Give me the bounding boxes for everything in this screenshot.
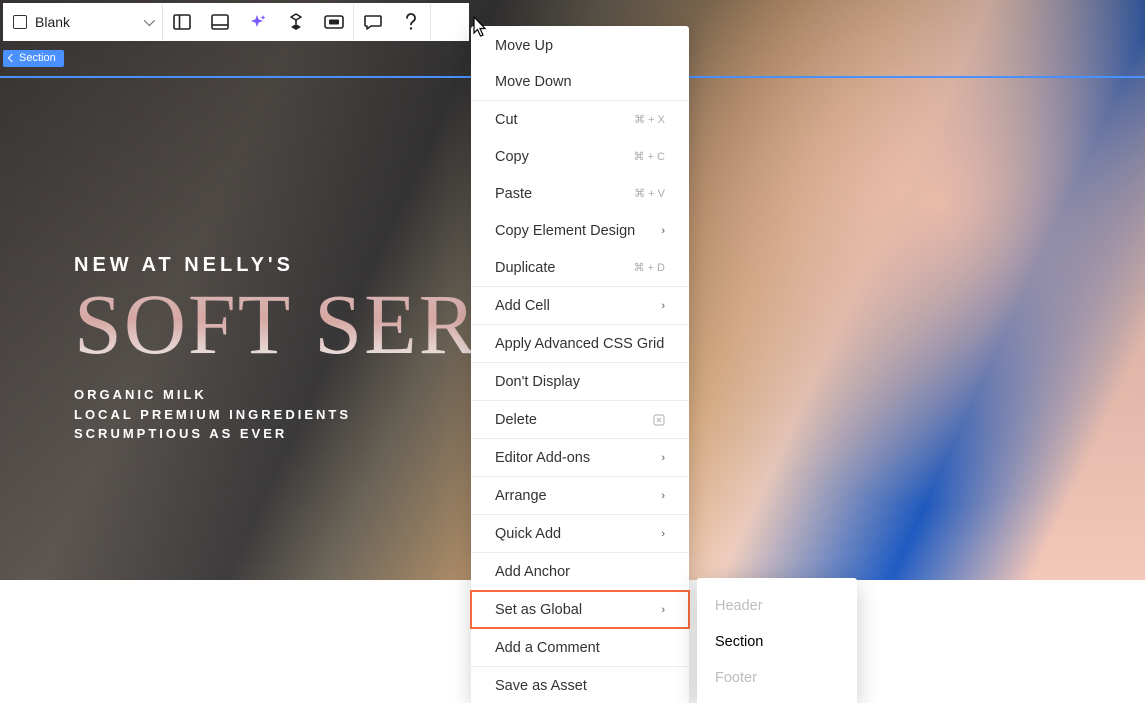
menu-item-delete[interactable]: Delete bbox=[471, 401, 689, 438]
delete-icon bbox=[653, 414, 665, 426]
chevron-right-icon: › bbox=[661, 300, 665, 312]
save-tool-button[interactable] bbox=[201, 4, 239, 40]
menu-label: Save as Asset bbox=[495, 678, 587, 694]
menu-item-apply-grid[interactable]: Apply Advanced CSS Grid bbox=[471, 325, 689, 362]
sparkle-icon bbox=[249, 13, 267, 31]
menu-label: Copy bbox=[495, 149, 529, 165]
menu-item-add-cell[interactable]: Add Cell › bbox=[471, 287, 689, 324]
more-tool-button[interactable] bbox=[431, 4, 469, 40]
help-tool-button[interactable] bbox=[392, 4, 430, 40]
submenu-item-footer: Footer bbox=[697, 660, 857, 696]
menu-item-dont-display[interactable]: Don't Display bbox=[471, 363, 689, 400]
stack-icon bbox=[288, 13, 304, 31]
template-select-label: Blank bbox=[35, 14, 144, 30]
section-badge-label: Section bbox=[19, 52, 56, 64]
menu-item-paste[interactable]: Paste ⌘ + V bbox=[471, 175, 689, 212]
submenu-item-header: Header bbox=[697, 588, 857, 624]
menu-label: Editor Add-ons bbox=[495, 450, 590, 466]
viewport-icon bbox=[324, 15, 344, 29]
menu-label: Add a Comment bbox=[495, 640, 600, 656]
cursor-pointer-icon bbox=[468, 15, 490, 41]
submenu-label: Footer bbox=[715, 670, 757, 686]
context-menu: Move Up Move Down Cut ⌘ + X Copy ⌘ + C Pas… bbox=[471, 26, 689, 703]
layout-tool-button[interactable] bbox=[163, 4, 201, 40]
save-icon bbox=[211, 14, 229, 30]
menu-item-editor-addons[interactable]: Editor Add-ons › bbox=[471, 439, 689, 476]
menu-label: Paste bbox=[495, 186, 532, 202]
menu-label: Delete bbox=[495, 412, 537, 428]
menu-label: Don't Display bbox=[495, 374, 580, 390]
template-select[interactable]: Blank bbox=[3, 4, 163, 40]
menu-item-copy-design[interactable]: Copy Element Design › bbox=[471, 212, 689, 249]
menu-label: Move Down bbox=[495, 74, 572, 90]
menu-label: Apply Advanced CSS Grid bbox=[495, 336, 664, 352]
menu-label: Move Up bbox=[495, 38, 553, 54]
menu-label: Cut bbox=[495, 112, 518, 128]
menu-shortcut: ⌘ + C bbox=[634, 150, 665, 163]
menu-item-add-anchor[interactable]: Add Anchor bbox=[471, 553, 689, 590]
stack-tool-button[interactable] bbox=[277, 4, 315, 40]
menu-item-cut[interactable]: Cut ⌘ + X bbox=[471, 101, 689, 138]
menu-item-quick-add[interactable]: Quick Add › bbox=[471, 515, 689, 552]
submenu-item-section[interactable]: Section bbox=[697, 624, 857, 660]
chevron-right-icon: › bbox=[661, 452, 665, 464]
menu-item-move-down[interactable]: Move Down bbox=[471, 63, 689, 100]
menu-shortcut: ⌘ + X bbox=[634, 113, 665, 126]
menu-item-copy[interactable]: Copy ⌘ + C bbox=[471, 138, 689, 175]
submenu-label: Section bbox=[715, 634, 763, 650]
submenu-label: Header bbox=[715, 598, 763, 614]
menu-shortcut: ⌘ + D bbox=[634, 261, 665, 274]
menu-item-set-global[interactable]: Set as Global › bbox=[471, 591, 689, 628]
menu-label: Quick Add bbox=[495, 526, 561, 542]
menu-label: Set as Global bbox=[495, 602, 582, 618]
help-icon bbox=[405, 13, 417, 31]
menu-item-save-asset[interactable]: Save as Asset bbox=[471, 667, 689, 703]
viewport-tool-button[interactable] bbox=[315, 4, 353, 40]
menu-item-move-up[interactable]: Move Up bbox=[471, 26, 689, 63]
chevron-down-icon bbox=[144, 15, 155, 26]
menu-label: Add Cell bbox=[495, 298, 550, 314]
toolbar-icons bbox=[163, 4, 469, 40]
chevron-right-icon: › bbox=[661, 528, 665, 540]
menu-label: Duplicate bbox=[495, 260, 555, 276]
menu-item-arrange[interactable]: Arrange › bbox=[471, 477, 689, 514]
menu-label: Copy Element Design bbox=[495, 223, 635, 239]
comment-icon bbox=[364, 14, 382, 30]
chevron-right-icon: › bbox=[661, 604, 665, 616]
square-icon bbox=[13, 15, 27, 29]
menu-label: Arrange bbox=[495, 488, 547, 504]
menu-item-duplicate[interactable]: Duplicate ⌘ + D bbox=[471, 249, 689, 286]
chevron-right-icon: › bbox=[661, 490, 665, 502]
set-global-submenu: Header Section Footer bbox=[697, 578, 857, 703]
menu-shortcut: ⌘ + V bbox=[634, 187, 665, 200]
chevron-right-icon: › bbox=[661, 225, 665, 237]
menu-label: Add Anchor bbox=[495, 564, 570, 580]
ai-tool-button[interactable] bbox=[239, 4, 277, 40]
comment-tool-button[interactable] bbox=[354, 4, 392, 40]
layout-panels-icon bbox=[173, 14, 191, 30]
section-badge[interactable]: Section bbox=[3, 50, 64, 67]
toolbar: Blank bbox=[3, 3, 469, 41]
menu-item-add-comment[interactable]: Add a Comment bbox=[471, 629, 689, 666]
